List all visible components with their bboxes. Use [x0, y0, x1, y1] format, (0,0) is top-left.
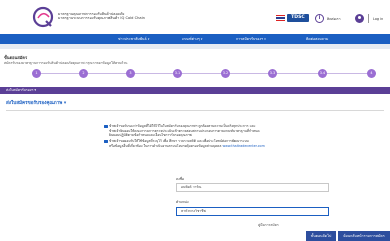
form-bar-label: ส่งใบสมัครรับรองฯ ▾ — [6, 88, 37, 92]
position-input[interactable]: หาหัวทางวิชาชีพ — [176, 207, 329, 216]
name-input[interactable]: อนพิงค์ วาร์ณ — [176, 183, 329, 192]
org-name-line2: มาตรฐานระบบการรองรับคุณภาพสินค้า IQ Cold… — [58, 16, 145, 21]
steps-subtitle: สมัครรับรองมาตรฐานการรองรับสินค้าปลอดภัย… — [4, 61, 128, 65]
consent-text-line2: หรือข้อมูลอื่นที่เกี่ยวข้อง ในการดำเนินง… — [109, 144, 384, 149]
step-3-4[interactable]: 3.4 — [318, 69, 327, 78]
consent-accuracy[interactable]: ข้าพเจ้าขอรับรองว่าข้อมูลที่ได้ให้ไว้ในใ… — [104, 124, 384, 138]
logo-icon[interactable] — [32, 6, 54, 28]
main-nav: ข่าวประชาสัมพันธ์ ▾ เกณฑ์ต่างๆ ▾ การสมัค… — [0, 34, 390, 44]
step-1[interactable]: 1 — [32, 69, 41, 78]
tdsc-badge[interactable]: TDSC — [287, 14, 309, 22]
back-to-list-button[interactable]: ย้อนกลับหน้ารายการสมัคร — [338, 231, 390, 241]
consent-text: ยินยอมปฏิบัติตามข้อกำหนดและเงื่อนไขการรั… — [109, 133, 192, 138]
nav-item-criteria[interactable]: เกณฑ์ต่างๆ ▾ — [182, 34, 202, 44]
user-icon[interactable] — [355, 14, 364, 23]
contact-icon[interactable]: i — [315, 14, 324, 23]
section-divider — [6, 110, 384, 111]
step-3-3[interactable]: 3.3 — [268, 69, 277, 78]
steps-title: ขั้นตอนสมัคร — [4, 55, 28, 60]
nav-item-label: การสมัครรับรองฯ — [236, 37, 264, 41]
form-bar[interactable]: ส่งใบสมัครรับรองฯ ▾ — [0, 87, 390, 94]
checkbox-accuracy[interactable] — [104, 124, 108, 129]
nav-item-label: ติดต่อสอบถาม — [306, 37, 329, 41]
site-header: มาตรฐานคุณภาพการรองรับสินค้าปลอดภัย มาตร… — [0, 0, 390, 34]
header-divider — [368, 14, 369, 23]
name-label: ลงชื่อ — [176, 177, 185, 181]
nav-item-label: ข่าวประชาสัมพันธ์ — [118, 37, 147, 41]
nav-item-label: เกณฑ์ต่างๆ — [182, 37, 200, 41]
chevron-down-icon: ▾ — [264, 37, 266, 41]
website-link[interactable]: www.thaitradecenter.com — [222, 144, 264, 148]
nav-item-apply[interactable]: การสมัครรับรองฯ ▾ — [236, 34, 266, 44]
chevron-down-icon: ▾ — [200, 37, 203, 41]
flag-icon — [276, 15, 285, 21]
nav-band — [0, 44, 390, 49]
step-4[interactable]: 4 — [367, 69, 376, 78]
step-3-1[interactable]: 3.1 — [173, 69, 182, 78]
step-3-2[interactable]: 3.2 — [221, 69, 230, 78]
consent-text: หรือข้อมูลอื่นที่เกี่ยวข้อง ในการดำเนินง… — [109, 143, 222, 148]
manual-link[interactable]: คู่มือการสมัคร — [258, 223, 279, 228]
step-3[interactable]: 3 — [126, 69, 135, 78]
login-link[interactable]: Log in — [373, 17, 383, 21]
checkbox-data-use[interactable] — [104, 139, 108, 144]
nav-item-news[interactable]: ข่าวประชาสัมพันธ์ ▾ — [118, 34, 149, 44]
section-title[interactable]: ส่งใบสมัครขอรับรองคุณภาพ ▾ — [6, 100, 66, 107]
contact-link[interactable]: ติดต่อเรา — [327, 17, 341, 22]
chevron-down-icon: ▾ — [147, 37, 150, 41]
org-name: มาตรฐานคุณภาพการรองรับสินค้าปลอดภัย มาตร… — [58, 12, 145, 21]
next-button[interactable]: ขั้นตอนถัดไป — [306, 231, 336, 241]
step-2[interactable]: 2 — [79, 69, 88, 78]
nav-item-contact[interactable]: ติดต่อสอบถาม — [306, 34, 328, 44]
position-label: ตำแหน่ง — [176, 200, 189, 204]
consent-data-use[interactable]: ข้าพเจ้าขอยอมรับให้ใช้ข้อมูลที่ระบุไว้ เ… — [104, 139, 384, 149]
